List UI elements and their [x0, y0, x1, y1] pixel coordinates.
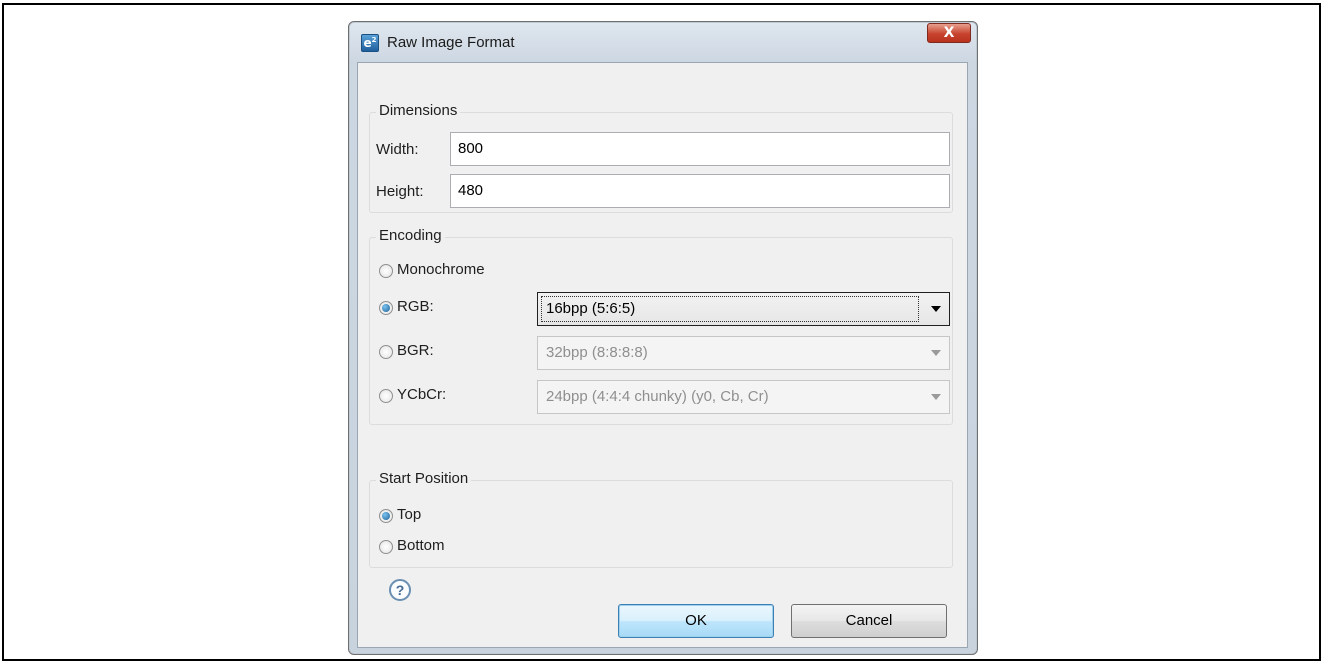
- chevron-down-icon: [931, 394, 941, 400]
- rgb-format-value: 16bpp (5:6:5): [546, 300, 636, 317]
- top-label[interactable]: Top: [397, 506, 421, 523]
- encoding-group: Encoding Monochrome RGB: 16bpp (5:6:5) B…: [369, 227, 953, 425]
- monochrome-radio[interactable]: [379, 264, 393, 278]
- rgb-radio[interactable]: [379, 301, 393, 315]
- cancel-button[interactable]: Cancel: [791, 604, 947, 638]
- width-label: Width:: [376, 141, 419, 158]
- help-icon[interactable]: ?: [389, 579, 411, 601]
- start-position-legend: Start Position: [376, 470, 472, 487]
- dimensions-legend: Dimensions: [376, 102, 461, 119]
- dimensions-group: Dimensions Width: 800 Height: 480: [369, 102, 953, 213]
- monochrome-label[interactable]: Monochrome: [397, 261, 485, 278]
- title-bar[interactable]: e2 Raw Image Format X: [349, 22, 977, 62]
- rgb-format-select[interactable]: 16bpp (5:6:5): [537, 292, 950, 326]
- chevron-down-icon: [931, 306, 941, 312]
- ok-button[interactable]: OK: [618, 604, 774, 638]
- rgb-label[interactable]: RGB:: [397, 298, 434, 315]
- top-radio[interactable]: [379, 509, 393, 523]
- raw-image-format-dialog: e2 Raw Image Format X Dimensions Width: …: [348, 21, 978, 655]
- app-icon: e2: [361, 34, 379, 52]
- ycbcr-label[interactable]: YCbCr:: [397, 386, 446, 403]
- bottom-radio[interactable]: [379, 540, 393, 554]
- ycbcr-format-select: 24bpp (4:4:4 chunky) (y0, Cb, Cr): [537, 380, 950, 414]
- window-title: Raw Image Format: [387, 34, 515, 51]
- bottom-label[interactable]: Bottom: [397, 537, 445, 554]
- bgr-radio[interactable]: [379, 345, 393, 359]
- ycbcr-radio[interactable]: [379, 389, 393, 403]
- bgr-format-select: 32bpp (8:8:8:8): [537, 336, 950, 370]
- chevron-down-icon: [931, 350, 941, 356]
- start-position-group: Start Position Top Bottom: [369, 470, 953, 568]
- dialog-body: Dimensions Width: 800 Height: 480 Encodi…: [357, 62, 968, 648]
- bgr-format-value: 32bpp (8:8:8:8): [546, 344, 648, 361]
- bgr-label[interactable]: BGR:: [397, 342, 434, 359]
- height-input[interactable]: 480: [450, 174, 950, 208]
- close-button[interactable]: X: [927, 23, 971, 43]
- height-label: Height:: [376, 183, 424, 200]
- width-input[interactable]: 800: [450, 132, 950, 166]
- encoding-legend: Encoding: [376, 227, 445, 244]
- ycbcr-format-value: 24bpp (4:4:4 chunky) (y0, Cb, Cr): [546, 388, 769, 405]
